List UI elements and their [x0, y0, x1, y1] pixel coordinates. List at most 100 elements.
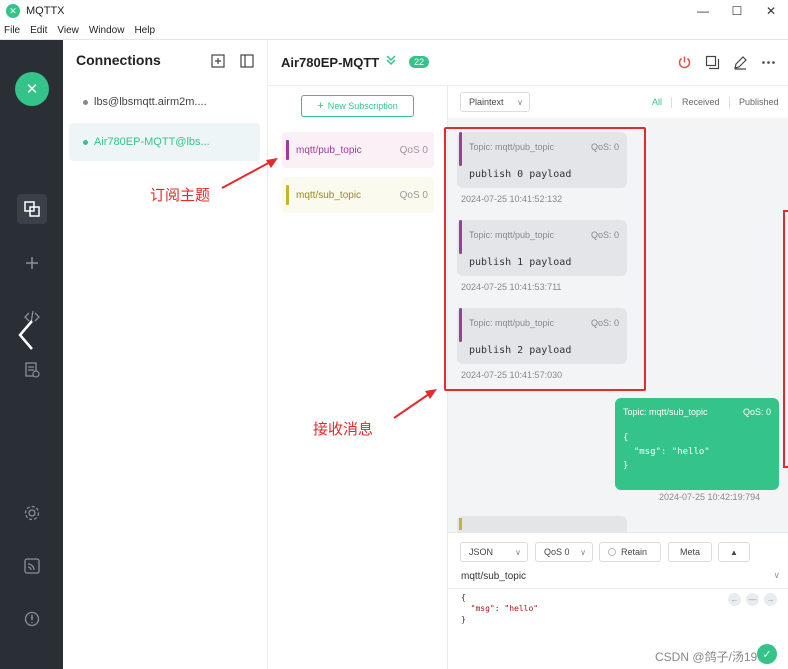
- history-clear-icon[interactable]: —: [746, 593, 759, 606]
- disconnect-power-icon[interactable]: [670, 52, 698, 72]
- message-count-badge: 22: [409, 56, 430, 68]
- divider: [671, 97, 672, 108]
- close-button[interactable]: ✕: [754, 0, 788, 22]
- subscription-topic: mqtt/pub_topic: [296, 144, 362, 156]
- retain-label: Retain: [621, 547, 648, 557]
- filter-all[interactable]: All: [652, 97, 662, 107]
- meta-button[interactable]: Meta: [668, 542, 712, 562]
- chevron-down-icon: ∨: [515, 547, 521, 557]
- received-messages-highlight: [444, 127, 646, 391]
- settings-gear-icon[interactable]: [20, 501, 44, 525]
- toggle-panel-icon[interactable]: [240, 54, 254, 68]
- composer-payload-editor[interactable]: { "msg": "hello" }: [461, 592, 538, 625]
- right-edge-highlight: [783, 210, 788, 468]
- composer-qos-value: QoS 0: [544, 547, 570, 557]
- message-topic: Topic: mqtt/sub_topic: [623, 407, 708, 417]
- more-options-icon[interactable]: [754, 52, 782, 72]
- chevron-down-icon[interactable]: ∨: [773, 570, 780, 581]
- title-bar: ✕ MQTTX — ☐ ✕: [0, 0, 788, 22]
- composer-format-select[interactable]: JSON ∨: [460, 542, 528, 562]
- edit-icon[interactable]: [726, 52, 754, 72]
- new-window-icon[interactable]: [698, 52, 726, 72]
- chevron-down-icon: ∨: [517, 97, 523, 107]
- menu-file[interactable]: File: [4, 25, 20, 36]
- subscription-qos: QoS 0: [399, 189, 428, 201]
- minimize-button[interactable]: —: [686, 0, 720, 22]
- retain-radio-icon: [608, 548, 616, 556]
- connection-actions: [670, 52, 782, 72]
- new-subscription-button[interactable]: + New Subscription: [301, 95, 414, 117]
- feed-icon[interactable]: [20, 554, 44, 578]
- retain-checkbox[interactable]: Retain: [599, 542, 661, 562]
- message-payload: { "msg": "hello" }: [623, 433, 710, 471]
- code-brace: }: [461, 615, 466, 624]
- code-key: "msg": [470, 604, 495, 613]
- back-arrow-icon[interactable]: [14, 318, 38, 352]
- window-controls: — ☐ ✕: [686, 0, 788, 22]
- new-connection-icon[interactable]: [20, 251, 44, 275]
- history-back-icon[interactable]: ←: [728, 593, 741, 606]
- connections-panel: Connections lbs@lbsmqtt.airm2m.... Air78…: [63, 40, 268, 669]
- status-dot: [83, 99, 88, 105]
- received-message-partial[interactable]: [457, 516, 627, 532]
- annotation-arrow-icon: [393, 389, 437, 419]
- annotation-subscribe: 订阅主题: [150, 186, 211, 204]
- code-brace: {: [461, 593, 466, 602]
- menu-window[interactable]: Window: [89, 25, 125, 36]
- code-value: "hello": [504, 604, 539, 613]
- watermark-logo-icon: ✓: [757, 644, 777, 664]
- connection-item[interactable]: lbs@lbsmqtt.airm2m....: [69, 83, 260, 121]
- topic-color-bar: [286, 140, 289, 160]
- subscription-item[interactable]: mqtt/sub_topic QoS 0: [282, 177, 434, 213]
- payload-format-select[interactable]: Plaintext ∨: [460, 92, 530, 112]
- chevron-down-icon: ∨: [580, 547, 586, 557]
- message-qos: QoS: 0: [742, 407, 771, 417]
- watermark: CSDN @鸽子/汤197: [655, 650, 764, 664]
- composer-qos-select[interactable]: QoS 0 ∨: [535, 542, 593, 562]
- code-colon: :: [494, 604, 505, 613]
- meta-label: Meta: [680, 547, 701, 557]
- message-time: 2024-07-25 10:42:19:794: [659, 492, 761, 502]
- annotation-receive: 接收消息: [313, 420, 374, 438]
- log-icon[interactable]: [20, 358, 44, 382]
- payload-format-value: Plaintext: [469, 97, 504, 107]
- annotation-arrow-icon: [221, 158, 278, 189]
- connection-title: Air780EP-MQTT: [281, 55, 380, 70]
- new-subscription-label: New Subscription: [327, 101, 398, 111]
- published-message[interactable]: Topic: mqtt/sub_topic QoS: 0 { "msg": "h…: [615, 398, 779, 490]
- divider: [729, 97, 730, 108]
- filter-published[interactable]: Published: [739, 97, 779, 107]
- caret-up-icon: ▲: [730, 547, 738, 557]
- composer-topic-input[interactable]: mqtt/sub_topic: [461, 571, 526, 582]
- expand-up-button[interactable]: ▲: [718, 542, 750, 562]
- subscription-item[interactable]: mqtt/pub_topic QoS 0: [282, 132, 434, 168]
- app-title: MQTTX: [26, 5, 65, 17]
- nav-sidebar: ✕: [0, 40, 63, 669]
- subscription-qos: QoS 0: [399, 144, 428, 156]
- menu-view[interactable]: View: [57, 25, 79, 36]
- add-connection-icon[interactable]: [211, 54, 225, 68]
- maximize-button[interactable]: ☐: [720, 0, 754, 22]
- history-forward-icon[interactable]: →: [764, 593, 777, 606]
- connections-icon[interactable]: [17, 194, 47, 224]
- filter-received[interactable]: Received: [682, 97, 720, 107]
- subscriptions-panel: + New Subscription mqtt/pub_topic QoS 0 …: [268, 86, 448, 669]
- menu-edit[interactable]: Edit: [30, 25, 47, 36]
- plus-icon: +: [317, 100, 324, 112]
- connection-label: lbs@lbsmqtt.airm2m....: [94, 96, 207, 108]
- connection-label: Air780EP-MQTT@lbs...: [94, 136, 210, 148]
- status-dot: [83, 139, 88, 145]
- composer-format-value: JSON: [469, 547, 494, 557]
- mqttx-logo-icon: ✕: [15, 72, 49, 106]
- topic-color-bar: [459, 518, 462, 530]
- app-logo-icon: ✕: [6, 4, 20, 18]
- expand-chevron-icon[interactable]: [385, 54, 397, 69]
- about-info-icon[interactable]: [20, 607, 44, 631]
- connections-header: Connections: [76, 52, 161, 68]
- messages-toolbar: Plaintext ∨ All Received Published: [448, 86, 788, 118]
- connection-view-header: Air780EP-MQTT 22: [268, 40, 788, 86]
- topic-color-bar: [286, 185, 289, 205]
- menu-bar: File Edit View Window Help: [0, 22, 788, 40]
- menu-help[interactable]: Help: [134, 25, 155, 36]
- subscription-topic: mqtt/sub_topic: [296, 189, 362, 201]
